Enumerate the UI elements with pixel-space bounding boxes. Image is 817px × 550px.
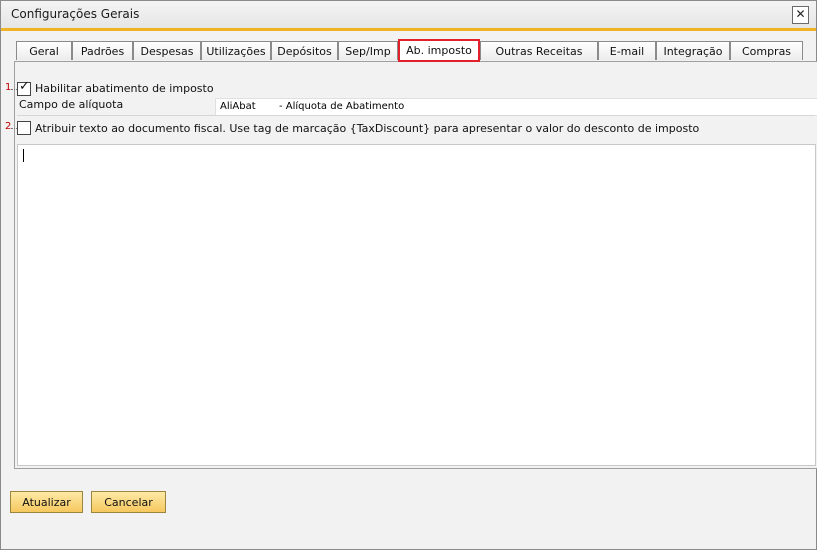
title-bar: Configurações Gerais ✕ [1, 1, 816, 31]
tab-depositos[interactable]: Depósitos [271, 41, 338, 60]
attribute-text-label: Atribuir texto ao documento fiscal. Use … [35, 122, 700, 135]
tab-padroes[interactable]: Padrões [72, 41, 133, 60]
option-number-2: 2 [5, 121, 12, 132]
attribute-text-checkbox[interactable] [17, 121, 31, 135]
tab-integracao[interactable]: Integração [656, 41, 730, 60]
tab-utilizacoes[interactable]: Utilizações [201, 41, 271, 60]
tab-compras[interactable]: Compras [730, 41, 803, 60]
rate-field-description: - Alíquota de Abatimento [279, 101, 405, 112]
tab-outras-receitas[interactable]: Outras Receitas [480, 41, 598, 60]
tab-ab-imposto[interactable]: Ab. imposto [398, 39, 480, 62]
update-button[interactable]: Atualizar [10, 491, 83, 513]
close-icon: ✕ [795, 7, 806, 21]
fiscal-document-text-area[interactable] [17, 144, 816, 466]
enable-tax-discount-checkbox[interactable]: ✓ [17, 79, 31, 96]
cancel-button[interactable]: Cancelar [91, 491, 166, 513]
settings-window: Configurações Gerais ✕ Geral Padrões Des… [0, 0, 817, 550]
text-cursor [23, 149, 24, 162]
close-button[interactable]: ✕ [792, 6, 809, 24]
rate-field-label: Campo de alíquota [19, 98, 124, 111]
window-title: Configurações Gerais [11, 7, 140, 21]
tab-sep-imp[interactable]: Sep/Imp [338, 41, 398, 60]
option-number-1: 1 [5, 82, 12, 93]
rate-field-code: AliAbat [220, 101, 256, 112]
rate-field-select[interactable]: AliAbat - Alíquota de Abatimento [215, 98, 817, 116]
tab-despesas[interactable]: Despesas [133, 41, 201, 60]
enable-tax-discount-label: Habilitar abatimento de imposto [35, 82, 214, 95]
tab-email[interactable]: E-mail [598, 41, 656, 60]
checkmark-icon: ✓ [19, 79, 30, 94]
tab-geral[interactable]: Geral [16, 41, 72, 60]
divider [17, 115, 814, 116]
